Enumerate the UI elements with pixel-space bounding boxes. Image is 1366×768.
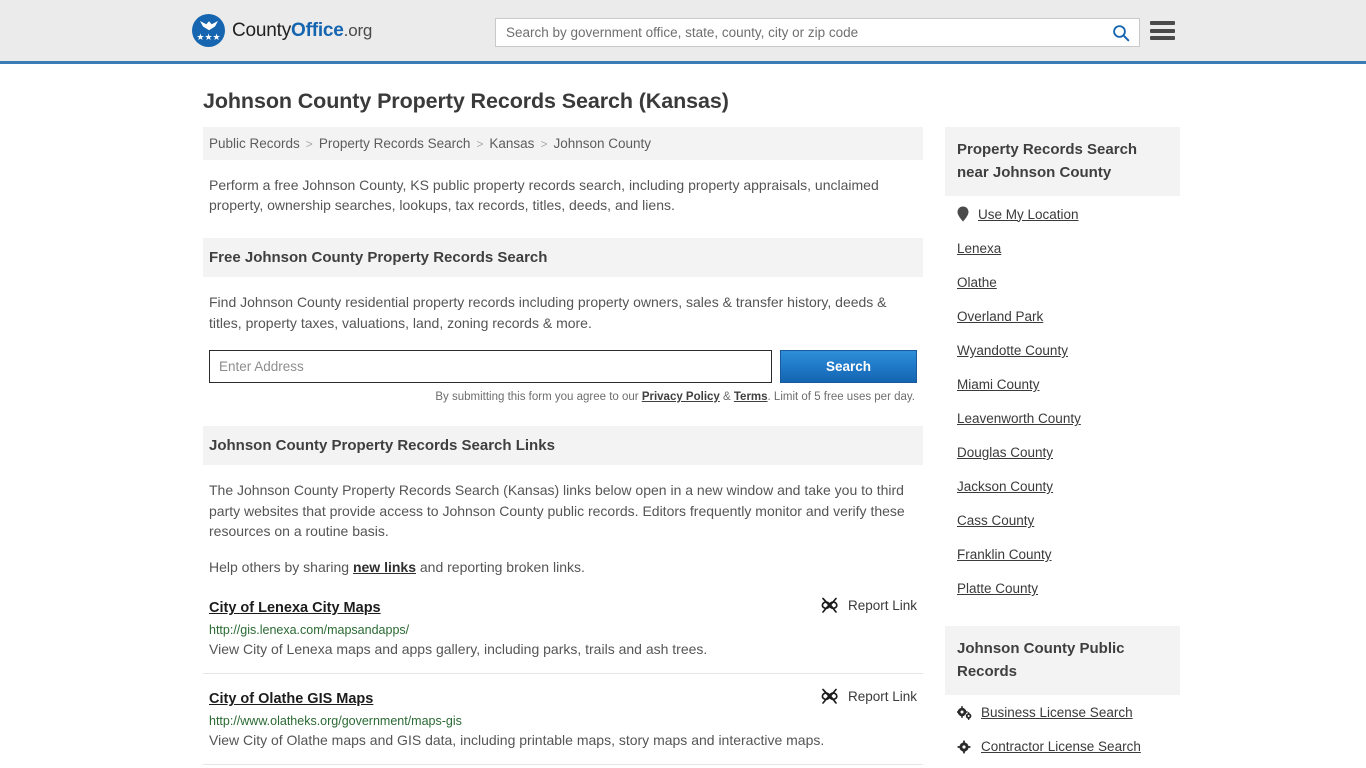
- sidebar-link-label[interactable]: Leavenworth County: [957, 411, 1081, 426]
- sidebar-nearby-heading: Property Records Search near Johnson Cou…: [945, 127, 1180, 196]
- breadcrumb-separator: >: [540, 136, 548, 151]
- link-result-title[interactable]: City of Lenexa City Maps: [209, 600, 381, 616]
- free-search-heading: Free Johnson County Property Records Sea…: [203, 238, 923, 277]
- hamburger-bar-3: [1150, 36, 1175, 40]
- breadcrumb: Public Records > Property Records Search…: [203, 127, 923, 160]
- breadcrumb-separator: >: [305, 136, 313, 151]
- help-prefix: Help others by sharing: [209, 558, 353, 575]
- sidebar-item-jackson-county[interactable]: Jackson County: [957, 469, 1168, 503]
- link-result-title[interactable]: City of Olathe GIS Maps: [209, 691, 373, 707]
- sidebar-item-franklin-county[interactable]: Franklin County: [957, 537, 1168, 571]
- sidebar-item-miami-county[interactable]: Miami County: [957, 367, 1168, 401]
- sidebar-link-label[interactable]: Business License Search: [981, 705, 1133, 720]
- privacy-policy-link[interactable]: Privacy Policy: [642, 391, 720, 403]
- report-link-label: Report Link: [847, 689, 917, 704]
- sidebar-link-label[interactable]: Wyandotte County: [957, 343, 1068, 358]
- emblem-stars: ★★★: [196, 32, 221, 42]
- use-my-location-link[interactable]: Use My Location: [978, 207, 1079, 222]
- broken-link-icon: [821, 688, 838, 704]
- search-icon[interactable]: [1112, 24, 1130, 42]
- sidebar: Property Records Search near Johnson Cou…: [945, 127, 1180, 763]
- breadcrumb-item-public-records[interactable]: Public Records: [209, 136, 300, 151]
- terms-link[interactable]: Terms: [734, 391, 768, 403]
- address-input[interactable]: [209, 350, 772, 383]
- links-section-paragraph: The Johnson County Property Records Sear…: [209, 482, 905, 539]
- free-search-description: Find Johnson County residential property…: [209, 294, 887, 331]
- disclaimer-amp: &: [719, 391, 734, 403]
- sidebar-link-label[interactable]: Platte County: [957, 581, 1038, 596]
- page-title: Johnson County Property Records Search (…: [203, 89, 729, 113]
- sidebar-link-label[interactable]: Douglas County: [957, 445, 1053, 460]
- new-links-link[interactable]: new links: [353, 559, 416, 575]
- breadcrumb-item-property-records-search[interactable]: Property Records Search: [319, 136, 471, 151]
- link-result-url: http://www.olatheks.org/government/maps-…: [209, 714, 462, 728]
- hamburger-bar-1: [1150, 21, 1175, 25]
- logo-text-county: County: [232, 19, 292, 41]
- sidebar-item-wyandotte-county[interactable]: Wyandotte County: [957, 333, 1168, 367]
- sidebar-link-label[interactable]: Olathe: [957, 275, 997, 290]
- sidebar-nearby-list: Use My Location Lenexa Olathe Overland P…: [945, 196, 1180, 605]
- page-intro-text: Perform a free Johnson County, KS public…: [209, 177, 879, 213]
- links-section-heading: Johnson County Property Records Search L…: [203, 426, 923, 465]
- gears-icon: [957, 705, 972, 720]
- link-result-description: View City of Lenexa maps and apps galler…: [209, 641, 708, 657]
- sidebar-link-label[interactable]: Lenexa: [957, 241, 1001, 256]
- links-help-line: Help others by sharing new links and rep…: [209, 557, 917, 578]
- sidebar-public-records-heading: Johnson County Public Records: [945, 626, 1180, 695]
- sidebar-item-lenexa[interactable]: Lenexa: [957, 231, 1168, 265]
- global-search-input[interactable]: [496, 25, 1112, 40]
- sidebar-item-overland-park[interactable]: Overland Park: [957, 299, 1168, 333]
- sidebar-link-label[interactable]: Miami County: [957, 377, 1040, 392]
- disclaimer-prefix: By submitting this form you agree to our: [435, 391, 642, 403]
- county-office-emblem-icon: ★★★: [192, 14, 225, 47]
- form-disclaimer: By submitting this form you agree to our…: [209, 391, 917, 403]
- eagle-wing-icon: [199, 21, 218, 31]
- logo-text-tld: .org: [343, 20, 373, 40]
- sidebar-link-label[interactable]: Contractor License Search: [981, 739, 1141, 754]
- broken-link-icon: [821, 597, 838, 613]
- sidebar-link-label[interactable]: Overland Park: [957, 309, 1043, 324]
- main-column: Public Records > Property Records Search…: [203, 127, 923, 768]
- link-result-item: City of Lenexa City Maps http://gis.lene…: [203, 583, 923, 674]
- sidebar-link-label[interactable]: Jackson County: [957, 479, 1053, 494]
- site-header: ★★★ CountyOffice.org: [0, 0, 1366, 64]
- map-pin-icon: [957, 206, 969, 222]
- sidebar-public-records-list: Business License Search Contractor Licen…: [945, 695, 1180, 763]
- sidebar-item-leavenworth-county[interactable]: Leavenworth County: [957, 401, 1168, 435]
- site-logo[interactable]: ★★★ CountyOffice.org: [192, 14, 372, 47]
- sidebar-item-cass-county[interactable]: Cass County: [957, 503, 1168, 537]
- breadcrumb-separator: >: [476, 136, 484, 151]
- search-button[interactable]: Search: [779, 350, 917, 383]
- sidebar-item-platte-county[interactable]: Platte County: [957, 571, 1168, 605]
- report-link-button[interactable]: Report Link: [820, 688, 917, 705]
- breadcrumb-item-johnson-county[interactable]: Johnson County: [553, 136, 651, 151]
- report-link-label: Report Link: [847, 598, 917, 613]
- sidebar-item-contractor-license-search[interactable]: Contractor License Search: [957, 729, 1168, 763]
- global-search-bar[interactable]: [495, 18, 1140, 47]
- breadcrumb-item-kansas[interactable]: Kansas: [489, 136, 534, 151]
- links-section-body: The Johnson County Property Records Sear…: [203, 480, 923, 577]
- page-body: Johnson County Property Records Search (…: [0, 89, 1366, 768]
- content-wrapper: Public Records > Property Records Search…: [203, 127, 1366, 768]
- sidebar-item-business-license-search[interactable]: Business License Search: [957, 695, 1168, 729]
- hamburger-menu-icon[interactable]: [1150, 21, 1175, 40]
- address-search-form: Search: [209, 350, 917, 383]
- sidebar-link-label[interactable]: Cass County: [957, 513, 1034, 528]
- link-result-url: http://gis.lenexa.com/mapsandapps/: [209, 623, 410, 637]
- hamburger-bar-2: [1150, 28, 1175, 33]
- sidebar-item-use-my-location[interactable]: Use My Location: [957, 196, 1168, 231]
- sidebar-item-olathe[interactable]: Olathe: [957, 265, 1168, 299]
- gear-icon: [957, 740, 971, 753]
- report-link-button[interactable]: Report Link: [820, 597, 917, 614]
- link-result-description: View City of Olathe maps and GIS data, i…: [209, 732, 825, 748]
- sidebar-item-douglas-county[interactable]: Douglas County: [957, 435, 1168, 469]
- link-result-item: City of Olathe GIS Maps http://www.olath…: [203, 674, 923, 765]
- free-search-body: Find Johnson County residential property…: [203, 292, 923, 403]
- logo-text-office: Office: [291, 19, 344, 41]
- sidebar-link-label[interactable]: Franklin County: [957, 547, 1052, 562]
- disclaimer-suffix: . Limit of 5 free uses per day.: [767, 391, 915, 403]
- help-suffix: and reporting broken links.: [416, 558, 585, 575]
- logo-wordmark: CountyOffice.org: [232, 20, 372, 42]
